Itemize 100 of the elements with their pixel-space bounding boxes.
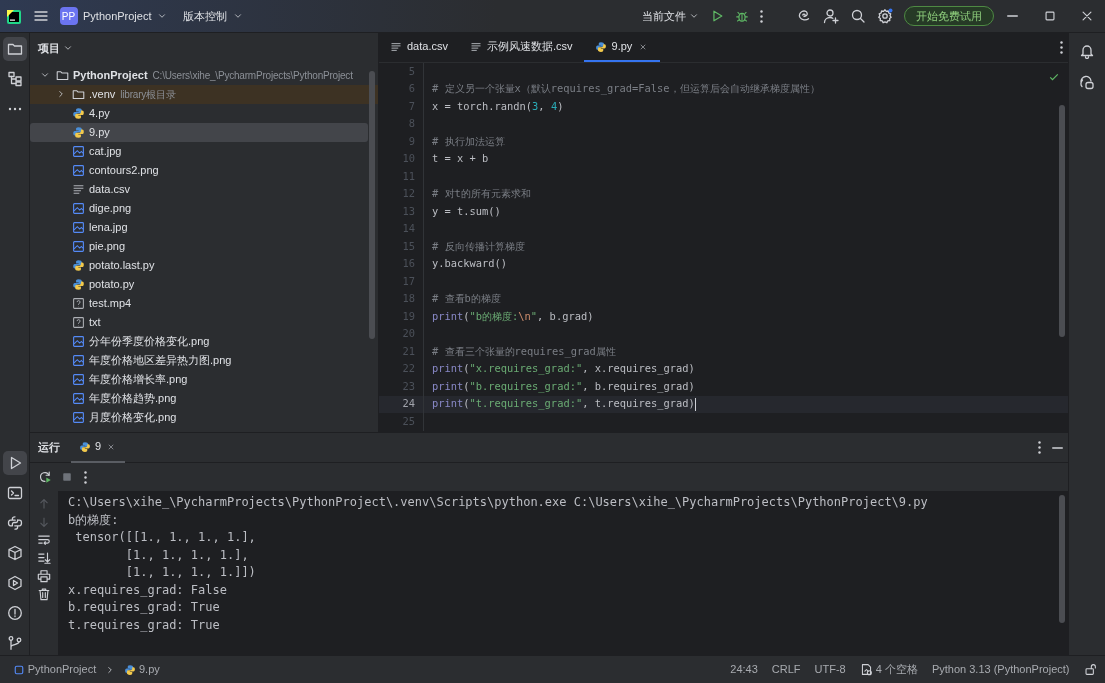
more-icon <box>1037 441 1041 454</box>
editor-tab[interactable]: 示例风速数据.csv <box>458 33 584 62</box>
rerun-button[interactable] <box>38 470 52 484</box>
unknown-file-icon <box>72 296 85 310</box>
tree-item[interactable]: pie.png <box>30 236 368 256</box>
folder-icon <box>6 41 23 57</box>
image-file-icon <box>72 391 85 405</box>
project-panel-title[interactable]: 项目 <box>38 39 73 57</box>
more-icon <box>760 9 763 23</box>
editor-tab[interactable]: data.csv <box>379 33 459 62</box>
breadcrumb[interactable]: PythonProject <box>8 661 102 678</box>
tree-item[interactable]: 年度价格趋势.png <box>30 388 368 408</box>
chevron-down-icon <box>689 11 699 21</box>
tree-item[interactable]: txt <box>30 312 368 332</box>
scrollbar[interactable] <box>1059 105 1065 337</box>
scrollbar[interactable] <box>369 71 375 339</box>
trial-button[interactable]: 开始免费试用 <box>904 5 994 27</box>
code-line: # 查看b的梯度 <box>432 291 501 307</box>
clear-button[interactable] <box>37 587 51 601</box>
menu-icon <box>32 8 49 24</box>
arrow-down-icon <box>37 515 51 529</box>
printer-icon <box>37 569 51 583</box>
tree-item[interactable]: PythonProject C:\Users\xihe_\PycharmProjects\PythonProject <box>30 65 378 85</box>
tree-item[interactable]: 分年份季度价格变化.png <box>30 331 368 351</box>
image-file-icon <box>72 334 85 348</box>
module-icon <box>13 663 25 676</box>
more-button[interactable] <box>84 470 88 484</box>
run-button[interactable] <box>710 9 724 23</box>
tree-item[interactable]: dige.png <box>30 198 368 218</box>
project-selector[interactable]: PP PythonProject <box>59 7 167 25</box>
text-cursor <box>694 397 697 411</box>
stop-icon <box>60 471 73 483</box>
status-item[interactable]: UTF-8 <box>809 661 851 678</box>
image-file-icon <box>72 220 85 234</box>
code-line: # 执行加法运算 <box>432 133 505 149</box>
code-line: # 反向传播计算梯度 <box>432 238 525 254</box>
python-file-icon <box>72 125 85 139</box>
hide-panel-button[interactable] <box>1051 446 1063 449</box>
scroll-to-end-button[interactable] <box>37 551 51 565</box>
run-options-button[interactable] <box>1037 441 1041 454</box>
run-tab[interactable]: 9 <box>71 432 126 463</box>
status-item[interactable]: Python 3.13 (PythonProject) <box>926 661 1075 678</box>
tree-item[interactable]: .venv library根目录 <box>30 84 378 104</box>
tree-item[interactable]: cat.jpg <box>30 141 368 161</box>
tree-item[interactable]: 月度价格变化.png <box>30 407 368 427</box>
python-icon <box>6 515 23 531</box>
more-icon <box>1059 41 1063 54</box>
main-menu-button[interactable] <box>32 8 49 24</box>
tree-item[interactable]: potato.last.py <box>30 255 368 275</box>
code-line: # 查看三个张量的requires_grad属性 <box>432 343 616 360</box>
code-line: print("b.requires_grad:", b.requires_grad) <box>432 378 695 395</box>
project-tool-button[interactable] <box>2 37 27 61</box>
tree-item[interactable]: contours2.png <box>30 160 368 180</box>
console-line: [1., 1., 1., 1.]]) <box>124 564 257 581</box>
code-line: y.backward() <box>432 256 508 272</box>
soft-wrap-button[interactable] <box>37 533 51 547</box>
status-item[interactable]: 4 个空格 <box>854 661 923 678</box>
editor-tab[interactable]: 9.py <box>583 33 661 62</box>
more-button[interactable] <box>760 9 763 23</box>
indent-icon <box>859 663 873 676</box>
chevron-down-icon <box>233 11 243 21</box>
minimize-icon <box>1007 15 1018 17</box>
scrollbar[interactable] <box>1059 495 1065 623</box>
tree-item[interactable]: 4.py <box>30 103 368 123</box>
code-line: y = t.sum() <box>432 203 501 219</box>
add-user-button[interactable] <box>823 8 839 24</box>
tree-item[interactable]: lena.jpg <box>30 217 368 237</box>
python-file-icon <box>594 40 607 53</box>
search-icon <box>850 8 866 24</box>
run-config-selector[interactable]: 当前文件 <box>642 7 699 25</box>
search-button[interactable] <box>850 8 866 24</box>
tree-item[interactable]: 年度价格地区差异热力图.png <box>30 350 368 370</box>
terminal-icon <box>6 485 23 501</box>
tree-item[interactable]: potato.py <box>30 274 368 294</box>
scroll-end-icon <box>37 551 51 565</box>
maximize-icon <box>1042 9 1057 23</box>
image-file-icon <box>72 201 85 215</box>
tree-item[interactable]: 年度价格增长率.png <box>30 369 368 389</box>
image-file-icon <box>72 239 85 253</box>
breadcrumb[interactable]: 9.py <box>119 661 165 678</box>
print-button[interactable] <box>37 569 51 583</box>
vcs-menu[interactable]: 版本控制 <box>183 7 243 25</box>
debug-button[interactable] <box>735 9 749 23</box>
image-file-icon <box>72 410 85 424</box>
stop-button[interactable] <box>60 471 73 483</box>
status-item[interactable]: 24:43 <box>725 661 763 678</box>
settings-icon <box>877 8 893 24</box>
code-line: print("b的梯度:\n", b.grad) <box>432 308 594 324</box>
chevron-down-icon <box>157 11 167 21</box>
read-only-toggle[interactable] <box>1084 663 1097 676</box>
tree-item[interactable]: data.csv <box>30 179 368 199</box>
check-icon <box>1048 71 1060 83</box>
git-branch-icon <box>6 635 23 651</box>
code-line: t = x + b <box>432 151 489 167</box>
tree-item[interactable]: test.mp4 <box>30 293 368 313</box>
settings-button[interactable] <box>877 8 893 24</box>
status-item[interactable]: CRLF <box>766 661 806 678</box>
app-logo-icon <box>5 8 22 25</box>
run-tool-button[interactable] <box>2 451 27 475</box>
tree-item[interactable]: 9.py <box>30 122 368 142</box>
